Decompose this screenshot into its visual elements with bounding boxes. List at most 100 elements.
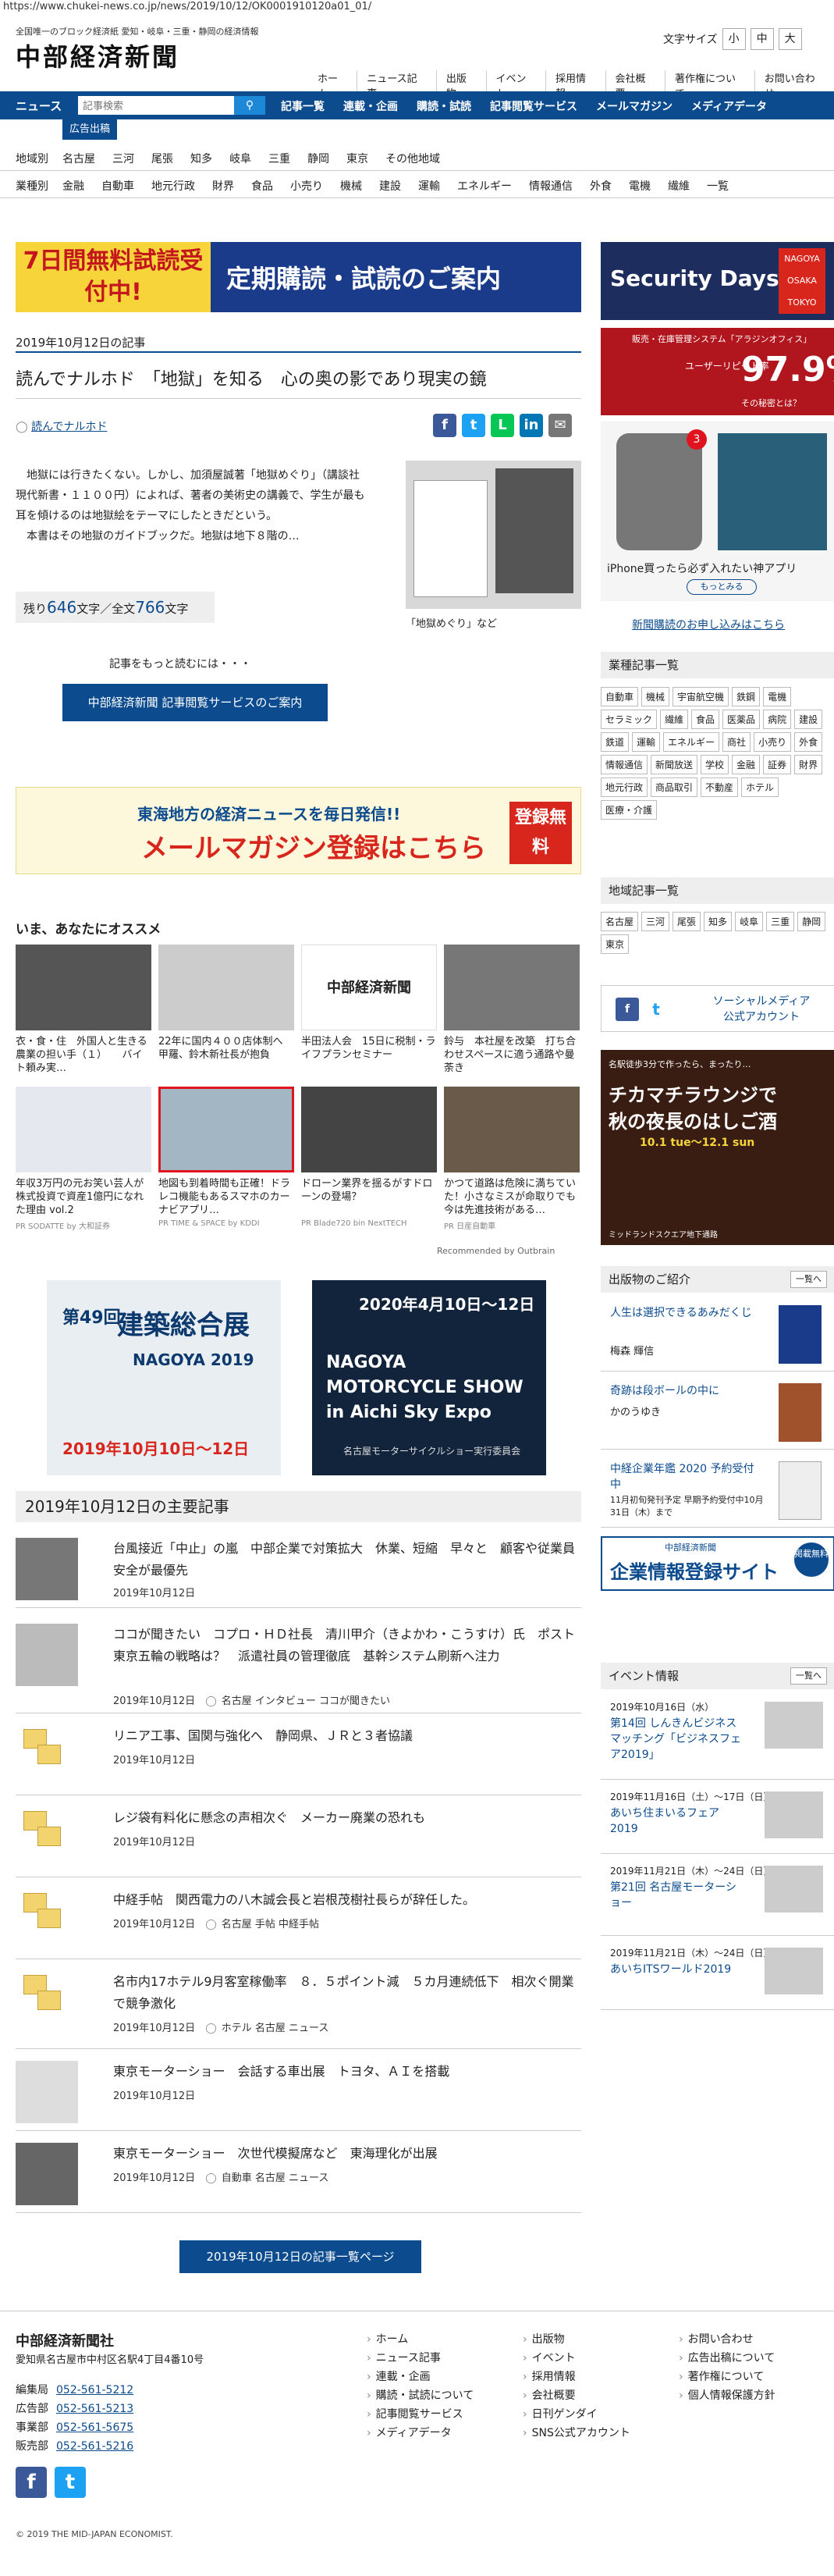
region-item[interactable]: 三重 [268,151,290,166]
industry-tag[interactable]: 学校 [701,755,729,774]
region-item[interactable]: その他地域 [385,151,440,166]
industry-tag[interactable]: 財界 [794,755,823,774]
recommend-card[interactable]: 22年に国内４００店体制へ 甲羅、鈴木新社長が抱負 [158,945,294,1076]
industry-item[interactable]: 建設 [379,178,401,194]
line-icon[interactable]: L [491,414,514,437]
footer-link[interactable]: › 採用情報 [523,2368,630,2386]
industry-item[interactable]: 財界 [212,178,234,194]
footer-link[interactable]: › SNS公式アカウント [523,2424,630,2443]
industry-tag[interactable]: 建設 [794,710,823,729]
event-item[interactable]: 2019年11月21日（木）～24日（日） あいちITSワールド2019 [601,1940,834,2010]
phone-link[interactable]: 052-561-5213 [56,2403,133,2415]
publication-item[interactable]: 中経企業年鑑 2020 予約受付中 11月初旬発刊予定 早期予約受付中10月31日… [601,1453,834,1528]
article-row[interactable]: 名市内17ホテル9月客室稼働率 ８．５ポイント減 ５カ月連続低下 相次ぐ開業で競… [16,1963,581,2049]
region-tag[interactable]: 岐阜 [735,912,764,931]
article-row[interactable]: リニア工事、国関与強化へ 静岡県、ＪＲと３者協議 2019年10月12日 [16,1717,581,1795]
industry-tag[interactable]: 鉄鋼 [732,687,761,706]
url-bar[interactable]: https://www.chukei-news.co.jp/news/2019/… [0,0,834,14]
industry-tag[interactable]: 鉄道 [601,732,630,752]
industry-tag[interactable]: 電機 [763,687,792,706]
industry-tag[interactable]: 機械 [641,687,670,706]
region-tag[interactable]: 知多 [704,912,733,931]
region-item[interactable]: 静岡 [307,151,329,166]
industry-tag[interactable]: エネルギー [663,732,720,752]
region-item[interactable]: 知多 [190,151,212,166]
nav-media-data[interactable]: メディアデータ [691,98,767,114]
industry-tag[interactable]: ホテル [741,777,779,797]
event-item[interactable]: 2019年11月16日（土）～17日（日） あいち住まいるフェア2019 [601,1784,834,1854]
nav-article-list[interactable]: 記事一覧 [281,98,325,114]
nav-advertise[interactable]: 広告出稿 [62,119,117,140]
phone-link[interactable]: 052-561-5675 [56,2421,133,2434]
industry-tag[interactable]: 証券 [763,755,792,774]
industry-item[interactable]: 情報通信 [529,178,573,194]
phone-link[interactable]: 052-561-5212 [56,2384,133,2396]
footer-link[interactable]: › 個人情報保護方針 [679,2386,775,2405]
kenchiku-ad[interactable]: 第49回 建築総合展 NAGOYA 2019 2019年10月10日～12日 [47,1280,281,1475]
company-registration-banner[interactable]: 中部経済新聞 企業情報登録サイト 掲載無料 [601,1536,834,1591]
recommend-card[interactable]: 衣・食・住 外国人と生きる 農業の担い手（１） バイト頼み実… [16,945,151,1076]
twitter-icon[interactable]: t [462,414,485,437]
search-button[interactable]: ⚲ [234,96,265,115]
linkedin-icon[interactable]: in [520,414,543,437]
recommend-card[interactable]: 中部経済新聞 半田法人会 15日に税制・ライフプランセミナー [301,945,437,1076]
publications-more-link[interactable]: 一覧へ [790,1271,827,1288]
security-days-ad[interactable]: Security Days NAGOYA OSAKA TOKYO [601,242,834,320]
article-row-title[interactable]: 中経手帖 関西電力の八木誠会長と岩根茂樹社長らが辞任した。 [113,1889,581,1911]
industry-item[interactable]: 電機 [629,178,651,194]
industry-tag[interactable]: 外食 [794,732,823,752]
footer-link[interactable]: › 記事閲覧サービス [367,2405,474,2424]
industry-tag[interactable]: 商社 [722,732,751,752]
article-category-link[interactable]: ◯ 読んでナルホド [16,418,107,434]
nav-article-service[interactable]: 記事閲覧サービス [490,98,577,114]
motorcycle-show-ad[interactable]: 2020年4月10日～12日 NAGOYA MOTORCYCLE SHOW in… [312,1280,546,1475]
nav-mailmagazine[interactable]: メールマガジン [596,98,673,114]
region-tag[interactable]: 静岡 [797,912,826,931]
region-tag[interactable]: 尾張 [673,912,701,931]
industry-tag[interactable]: 医療・介護 [601,800,658,820]
industry-item[interactable]: 運輸 [418,178,440,194]
subscription-banner[interactable]: 7日間無料試読受付中! 定期購読・試読のご案内 [16,242,581,312]
footer-link[interactable]: › 著作権について [679,2368,775,2386]
article-row-title[interactable]: 台風接近「中止」の嵐 中部企業で対策拡大 休業、短縮 早々と 顧客や従業員 安全… [113,1538,587,1582]
industry-item[interactable]: 地元行政 [151,178,195,194]
aladdin-office-ad[interactable]: 販売・在庫管理システム「アラジンオフィス」 ユーザーリピート率 97.9% その… [601,328,834,415]
font-size-medium-button[interactable]: 中 [750,28,774,50]
article-row-title[interactable]: 東京モーターショー 次世代模擬席など 東海理化が出展 [113,2143,581,2165]
industry-item[interactable]: 自動車 [101,178,134,194]
mail-magazine-banner[interactable]: 東海地方の経済ニュースを毎日発信!! メールマガジン登録はこちら 登録無料 [16,787,581,874]
font-size-large-button[interactable]: 大 [778,28,802,50]
footer-link[interactable]: › 会社概要 [523,2386,630,2405]
article-row-title[interactable]: 名市内17ホテル9月客室稼働率 ８．５ポイント減 ５カ月連続低下 相次ぐ開業で競… [113,1971,581,2015]
industry-item[interactable]: 外食 [590,178,612,194]
phone-link[interactable]: 052-561-5216 [56,2440,133,2453]
footer-link[interactable]: › 連載・企画 [367,2368,474,2386]
footer-link[interactable]: › お問い合わせ [679,2330,775,2349]
region-item[interactable]: 尾張 [151,151,173,166]
industry-item[interactable]: 小売り [290,178,323,194]
footer-link[interactable]: › 広告出稿について [679,2349,775,2368]
nav-subscribe[interactable]: 購読・試読 [417,98,471,114]
industry-item[interactable]: 食品 [251,178,273,194]
industry-tag[interactable]: 商品取引 [651,777,698,797]
industry-tag[interactable]: セラミック [601,710,658,729]
industry-tag[interactable]: 医薬品 [722,710,761,729]
events-more-link[interactable]: 一覧へ [790,1667,827,1685]
site-logo[interactable]: 中部経済新聞 [16,37,179,73]
region-tag[interactable]: 三河 [641,912,670,931]
region-item[interactable]: 東京 [346,151,368,166]
outbrain-credit[interactable]: Recommended by Outbrain [437,1246,555,1256]
industry-tag[interactable]: 不動産 [701,777,739,797]
article-row-title[interactable]: リニア工事、国関与強化へ 静岡県、ＪＲと３者協議 [113,1725,581,1747]
region-tag[interactable]: 三重 [766,912,795,931]
facebook-icon[interactable]: f [433,414,456,437]
recommend-card[interactable]: ドローン業界を揺るがすドローンの登場？ PR Blade720 bin NextT… [301,1087,437,1231]
region-tag[interactable]: 名古屋 [601,912,639,931]
footer-link[interactable]: › 日刊ゲンダイ [523,2405,630,2424]
mail-icon[interactable]: ✉ [548,414,572,437]
industry-item[interactable]: 金融 [62,178,84,194]
industry-tag[interactable]: 金融 [732,755,761,774]
industry-tag[interactable]: 宇宙航空機 [673,687,729,706]
industry-tag[interactable]: 情報通信 [601,755,648,774]
footer-link[interactable]: › イベント [523,2349,630,2368]
